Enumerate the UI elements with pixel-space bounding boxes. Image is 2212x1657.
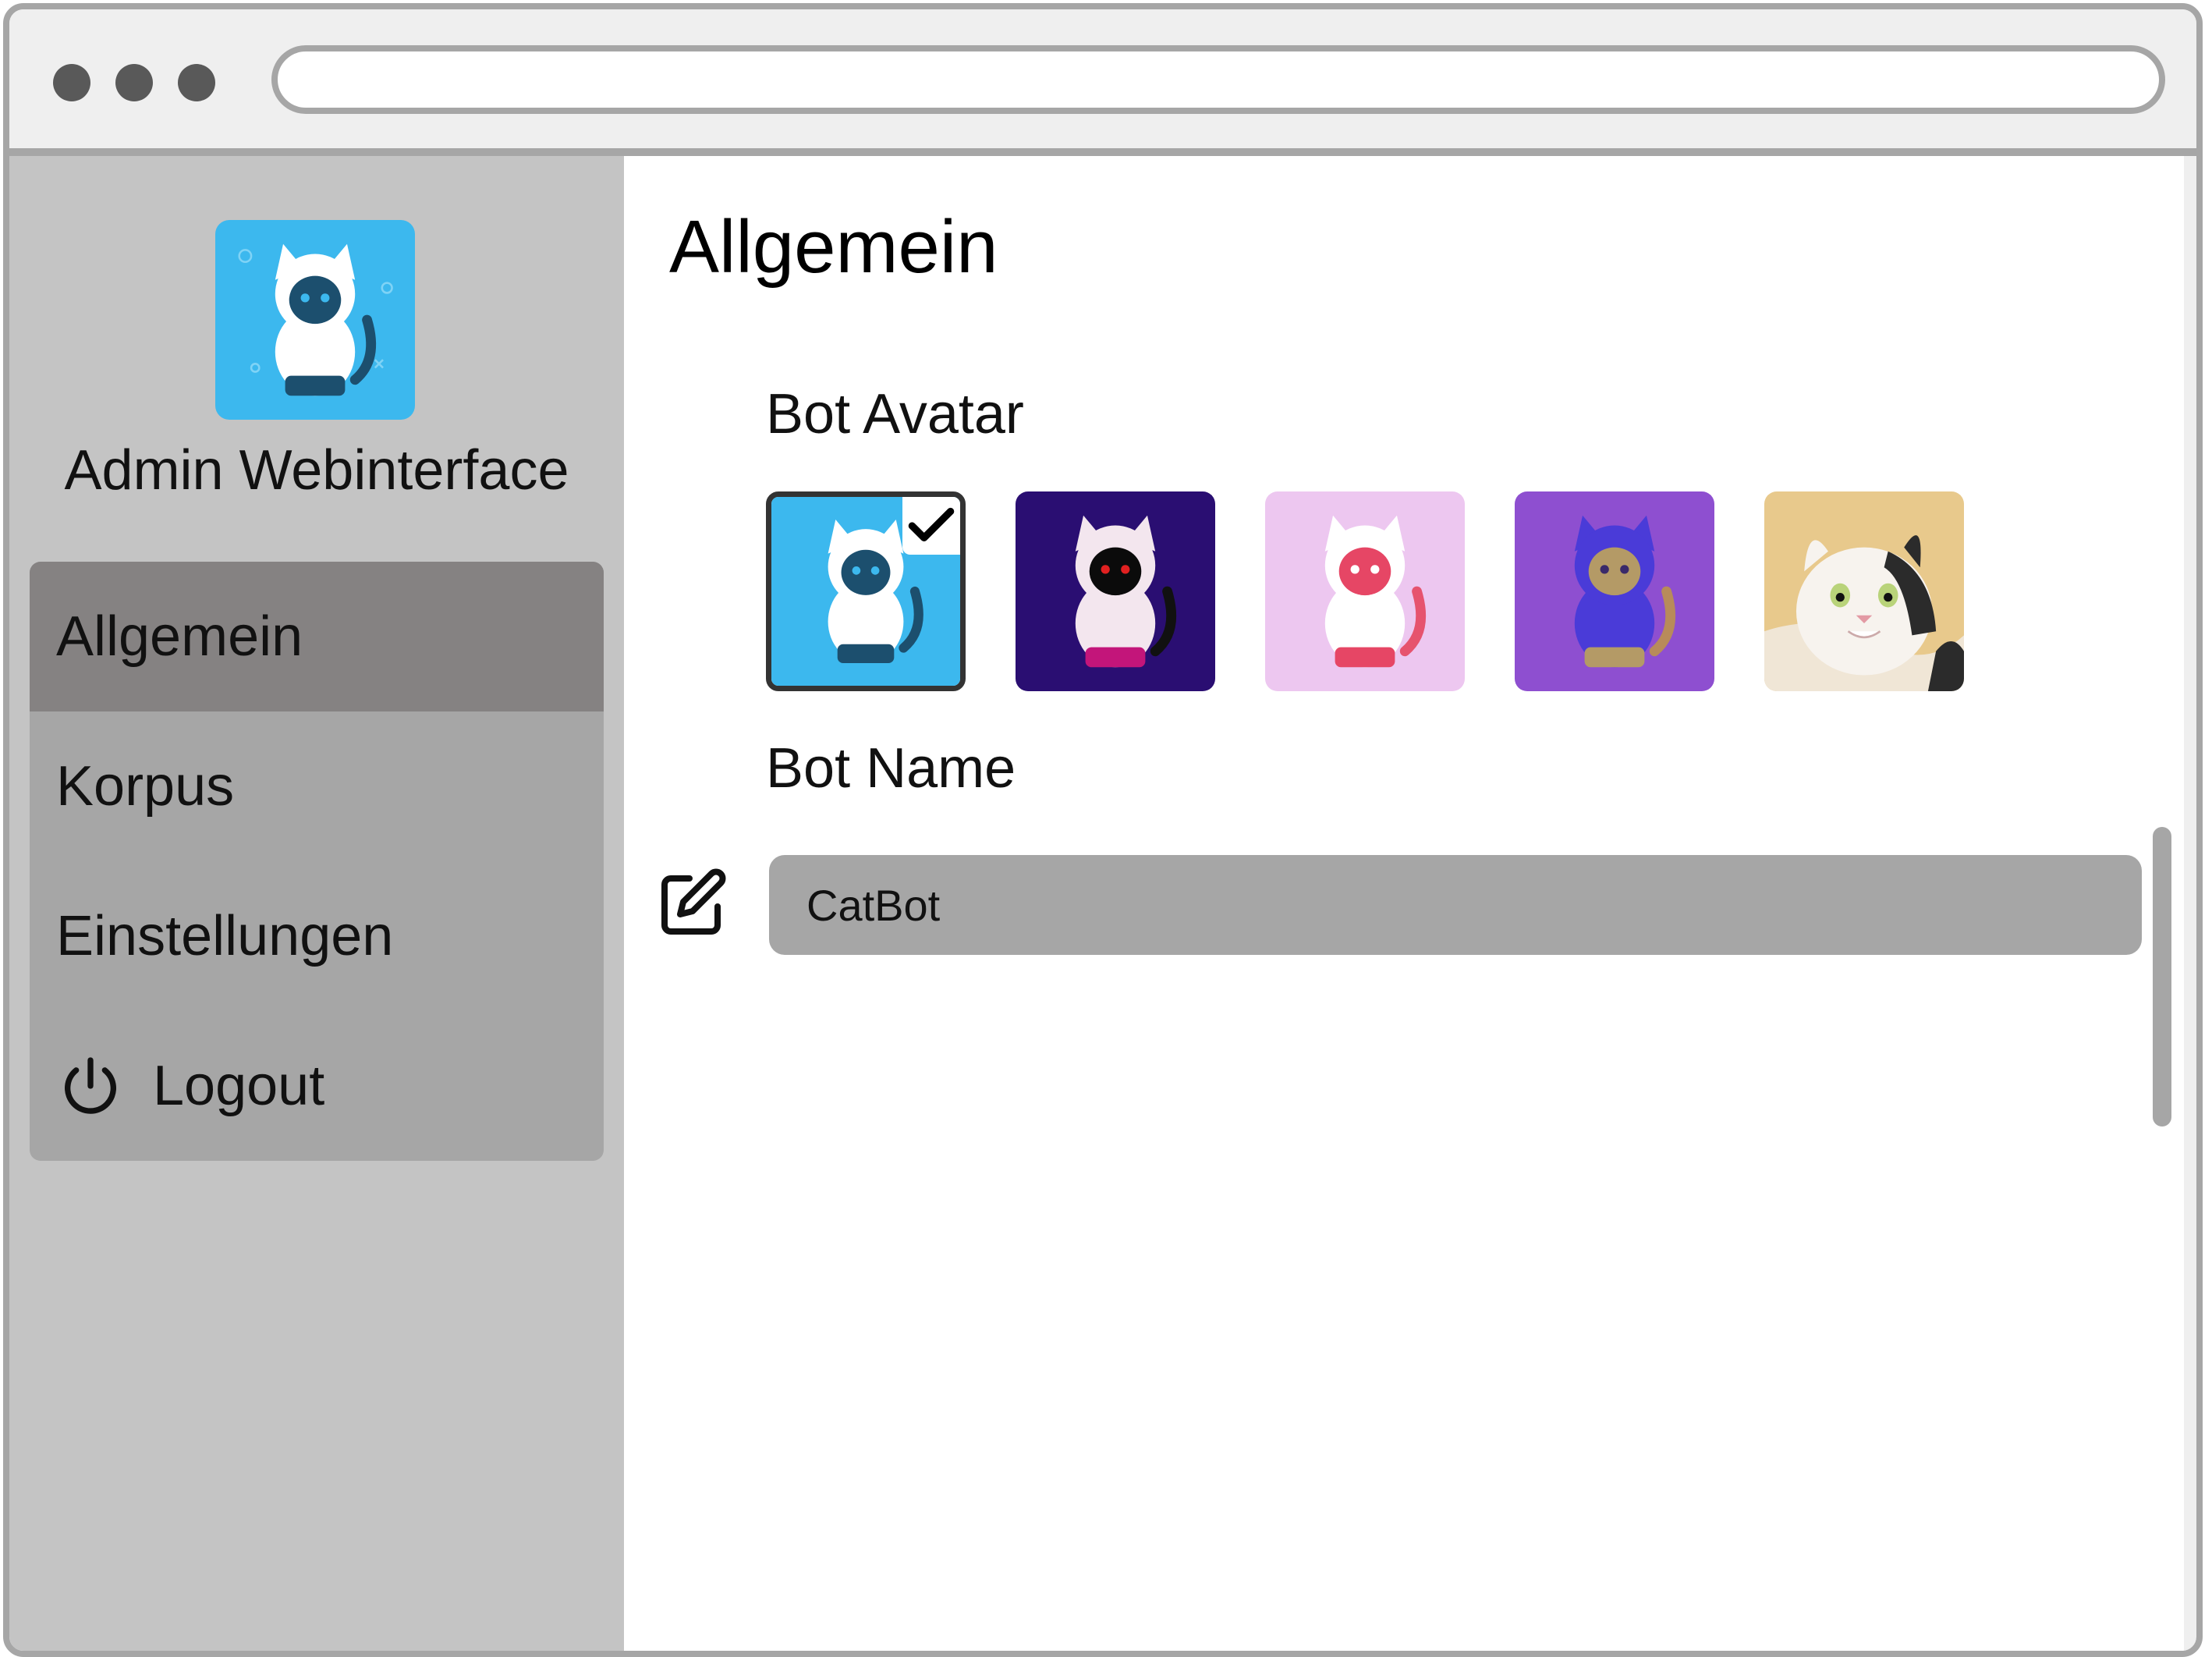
cat-avatar-pink-icon — [1265, 491, 1465, 691]
power-icon — [65, 1057, 116, 1114]
browser-titlebar — [9, 9, 2196, 156]
sidebar-item-label: Einstellungen — [56, 905, 394, 967]
cat-photo-icon — [1764, 491, 1964, 691]
sidebar: Admin Webinterface Allgemein Korpus Eins… — [9, 156, 624, 1651]
avatar-option-dark-purple[interactable] — [1016, 491, 1215, 691]
app-title: Admin Webinterface — [64, 439, 569, 502]
sidebar-item-label: Korpus — [56, 755, 235, 818]
window-dot-icon[interactable] — [115, 64, 153, 101]
window-dot-icon[interactable] — [53, 64, 90, 101]
sidebar-item-korpus[interactable]: Korpus — [30, 711, 604, 861]
sidebar-item-allgemein[interactable]: Allgemein — [30, 562, 604, 711]
address-bar[interactable] — [271, 45, 2165, 114]
sidebar-item-label: Allgemein — [56, 605, 303, 668]
avatar-option-pink[interactable] — [1265, 491, 1465, 691]
sidebar-item-label: Logout — [153, 1055, 325, 1117]
name-section-label: Bot Name — [766, 737, 1016, 800]
edit-icon[interactable] — [655, 866, 730, 941]
check-icon — [902, 497, 960, 555]
window-dot-icon[interactable] — [178, 64, 215, 101]
avatar-picker — [766, 491, 1964, 691]
bot-name-input[interactable] — [769, 855, 2142, 955]
main-content: Allgemein Bot Avatar Bot Name CatBot — [624, 156, 2184, 1651]
cat-avatar-violet-icon — [1515, 491, 1714, 691]
avatar-option-violet[interactable] — [1515, 491, 1714, 691]
sidebar-item-einstellungen[interactable]: Einstellungen — [30, 861, 604, 1011]
cat-avatar-dark-purple-icon — [1016, 491, 1215, 691]
bot-logo — [215, 220, 415, 420]
avatar-section-label: Bot Avatar — [766, 383, 1024, 445]
avatar-option-photo[interactable] — [1764, 491, 1964, 691]
browser-window: Admin Webinterface Allgemein Korpus Eins… — [3, 3, 2203, 1657]
sidebar-nav: Allgemein Korpus Einstellungen Logout — [30, 562, 604, 1161]
avatar-option-blue[interactable] — [766, 491, 966, 691]
page-title: Allgemein — [669, 205, 998, 289]
scrollbar[interactable] — [2153, 827, 2171, 1127]
logout-button[interactable]: Logout — [30, 1011, 604, 1161]
